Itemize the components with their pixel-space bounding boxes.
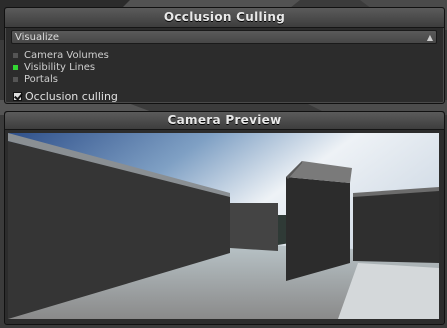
visualize-dropdown[interactable]: Visualize ▲︎ xyxy=(11,30,437,44)
dropdown-arrow-icon: ▲︎ xyxy=(426,33,433,42)
dropdown-value: Visualize xyxy=(15,32,60,43)
legend-swatch-icon xyxy=(13,52,18,58)
legend-label: Portals xyxy=(24,73,58,85)
legend-visibility-lines: Visibility Lines xyxy=(12,61,109,73)
occlusion-culling-toggle[interactable]: Occlusion culling xyxy=(13,90,118,103)
camera-preview-render xyxy=(8,133,439,319)
camera-preview-title: Camera Preview xyxy=(5,112,444,130)
legend-swatch-icon xyxy=(13,64,18,70)
visualization-legend: Camera Volumes Visibility Lines Portals xyxy=(12,49,109,85)
legend-camera-volumes: Camera Volumes xyxy=(12,49,109,61)
camera-preview-panel: Camera Preview xyxy=(4,111,445,325)
camera-preview-viewport xyxy=(8,133,439,319)
legend-portals: Portals xyxy=(12,73,109,85)
occlusion-culling-checkbox[interactable] xyxy=(13,92,22,101)
legend-label: Visibility Lines xyxy=(24,61,96,73)
occlusion-panel-title: Occlusion Culling xyxy=(5,8,444,28)
occlusion-culling-label: Occlusion culling xyxy=(25,90,118,103)
legend-label: Camera Volumes xyxy=(24,49,109,61)
occlusion-culling-panel: Occlusion Culling Visualize ▲︎ Camera Vo… xyxy=(4,7,445,104)
legend-swatch-icon xyxy=(13,76,18,82)
